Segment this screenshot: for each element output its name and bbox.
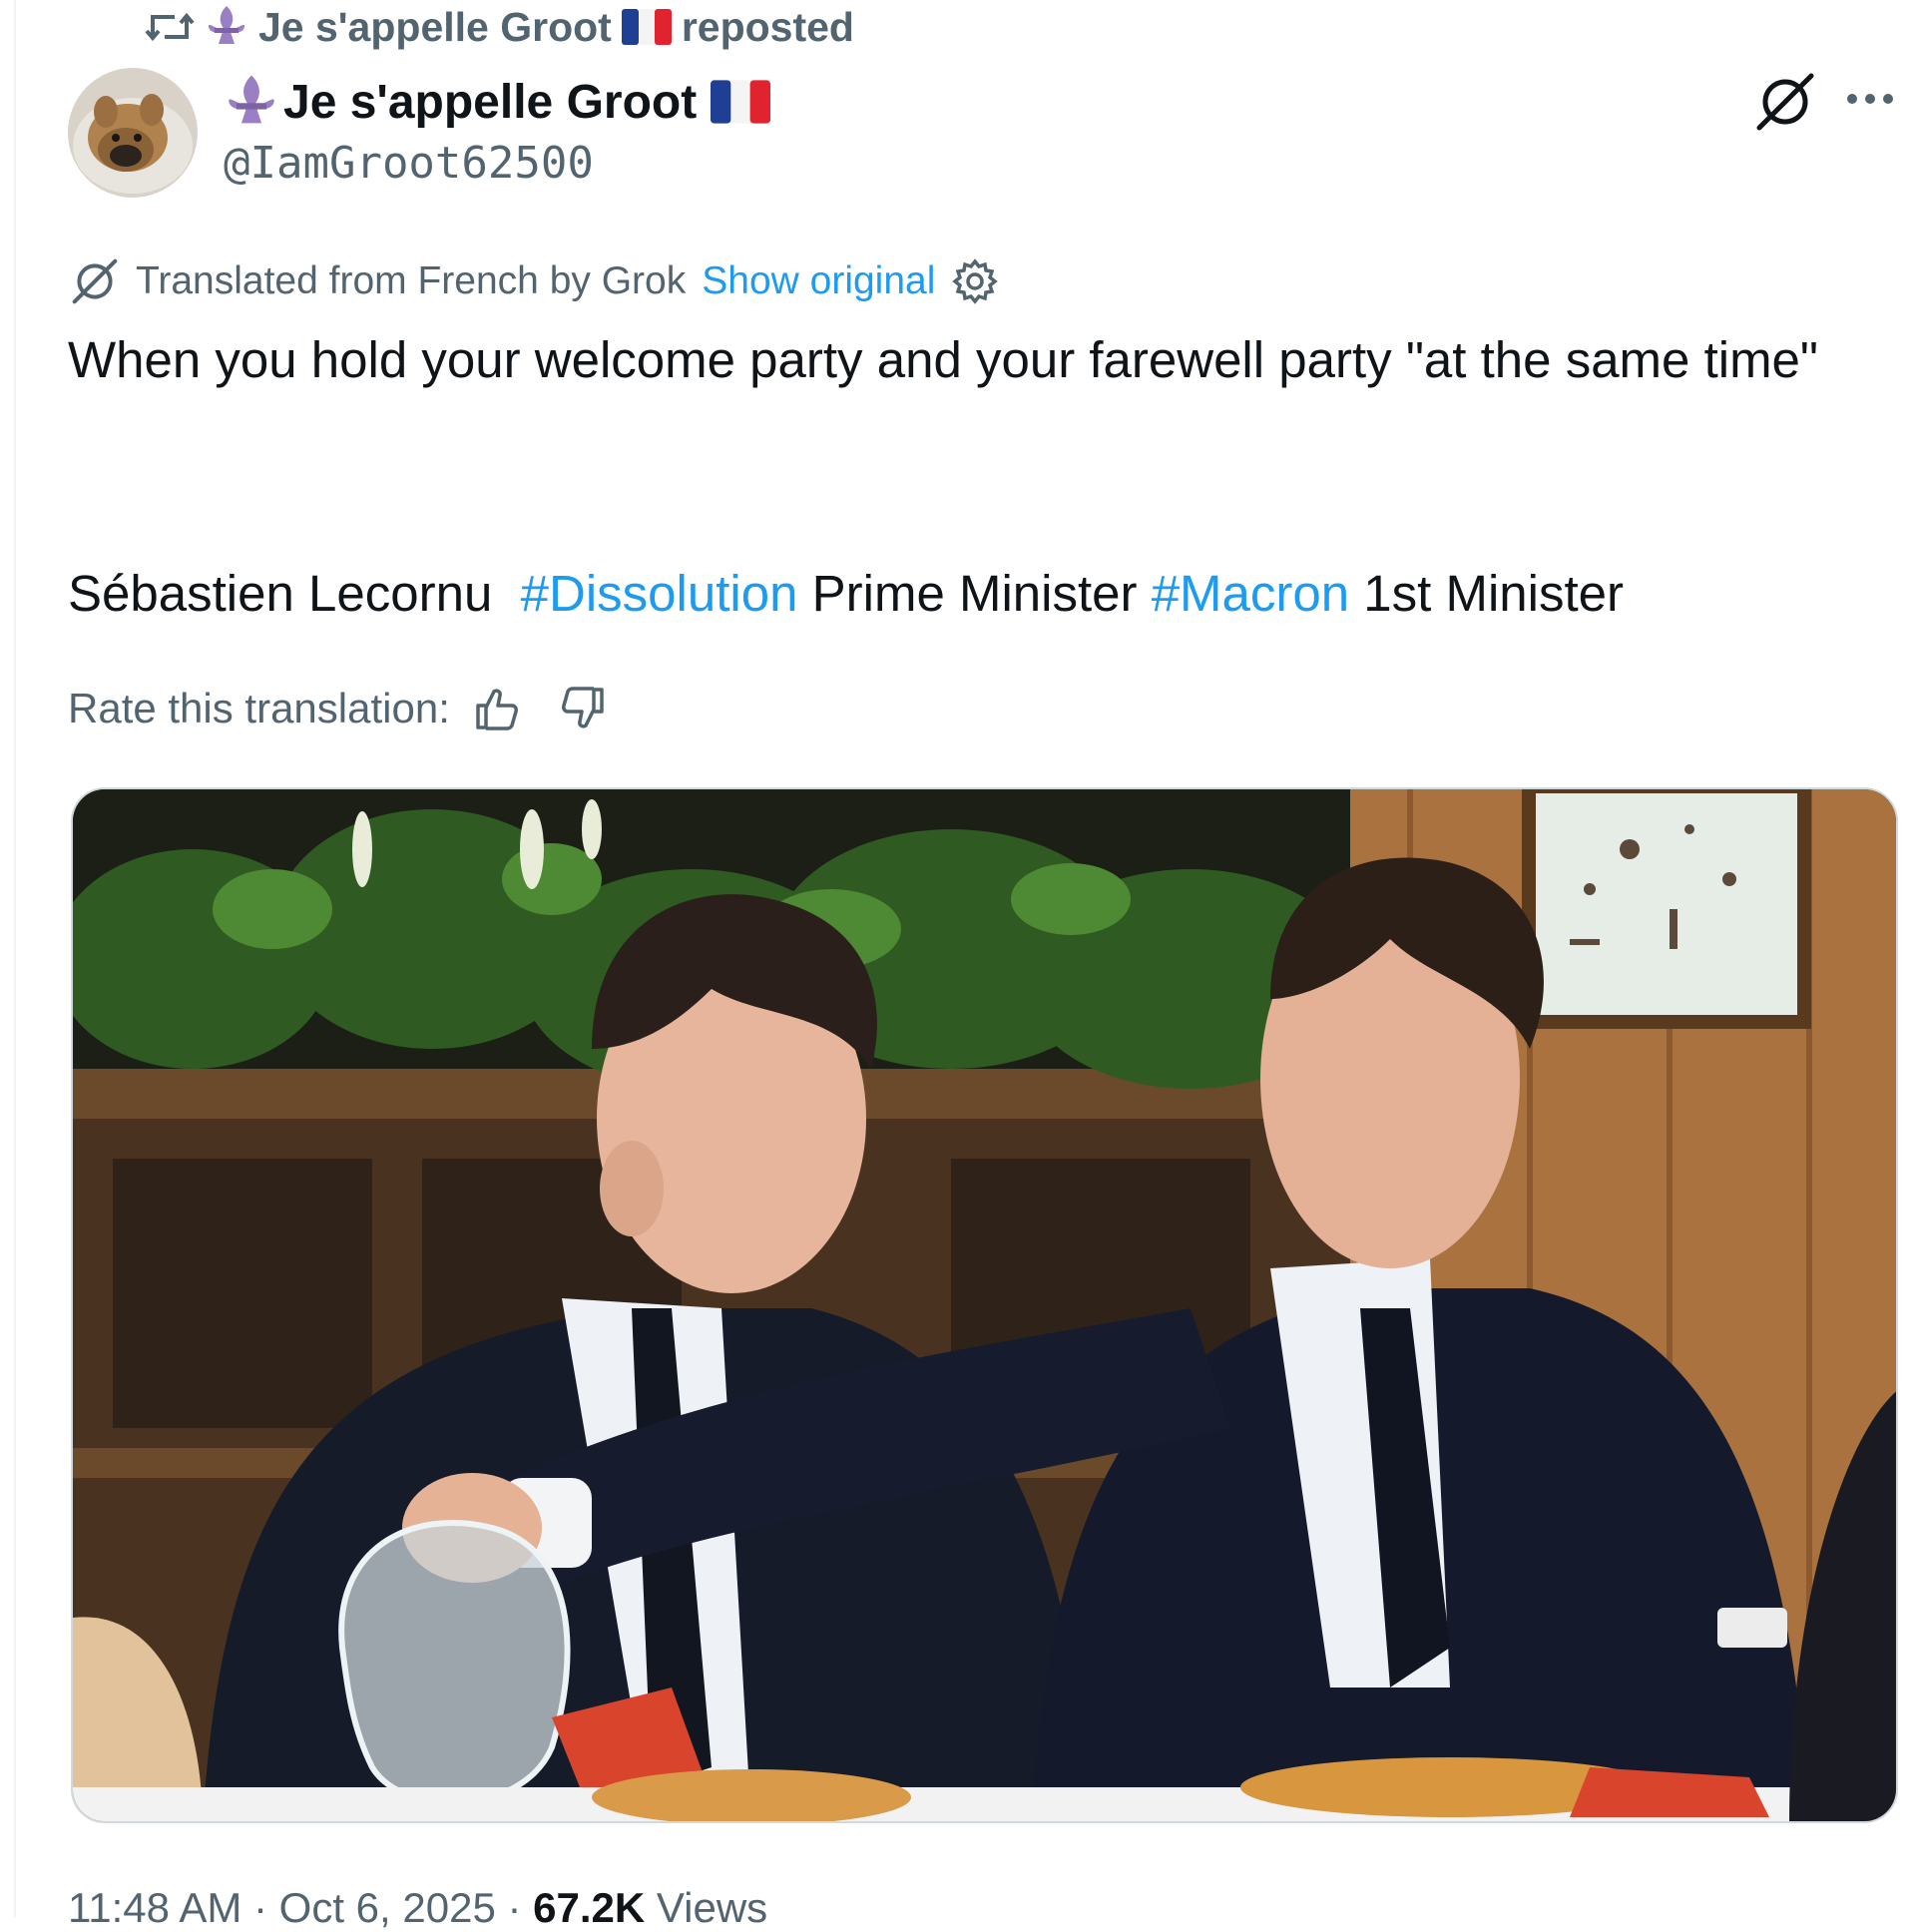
gear-icon[interactable] xyxy=(951,257,999,305)
hashtag-dissolution[interactable]: #Dissolution xyxy=(521,565,798,622)
france-flag-icon xyxy=(711,80,771,124)
grok-icon[interactable] xyxy=(1753,70,1817,134)
france-flag-icon xyxy=(621,9,672,45)
author-name-row[interactable]: Je s'appelle Groot xyxy=(224,70,771,134)
tweet-person-name: Sébastien Lecornu xyxy=(68,565,493,622)
tweet-time[interactable]: 11:48 AM xyxy=(68,1884,241,1931)
grok-icon xyxy=(72,258,118,304)
tweet-date[interactable]: Oct 6, 2025 xyxy=(279,1884,496,1931)
thumbs-up-icon[interactable] xyxy=(472,684,522,733)
repost-icon xyxy=(145,12,195,42)
timeline-border xyxy=(14,0,16,1917)
translation-notice: Translated from French by Grok Show orig… xyxy=(70,253,999,309)
tweet-text-mid: Prime Minister xyxy=(811,565,1138,622)
repost-label: reposted xyxy=(681,3,854,50)
thumbs-down-icon[interactable] xyxy=(558,684,608,733)
repost-context: Je s'appelle Groot reposted xyxy=(145,2,854,52)
fleur-de-lis-icon xyxy=(229,75,274,124)
hashtag-macron[interactable]: #Macron xyxy=(1152,565,1349,622)
fleur-de-lis-icon xyxy=(209,6,244,44)
show-original-link[interactable]: Show original xyxy=(702,259,935,303)
more-icon[interactable] xyxy=(1842,78,1898,120)
tweet-photo[interactable] xyxy=(71,787,1898,1823)
author-display-name[interactable]: Je s'appelle Groot xyxy=(283,75,697,130)
tweet-meta: 11:48 AM · Oct 6, 2025 · 67.2K Views xyxy=(68,1884,768,1931)
author-handle[interactable]: @IamGroot62500 xyxy=(224,138,594,189)
rate-translation-label: Rate this translation: xyxy=(68,685,450,731)
avatar[interactable] xyxy=(68,68,198,198)
views-count: 67.2K xyxy=(533,1884,646,1931)
tweet-text: When you hold your welcome party and you… xyxy=(68,331,1819,388)
translation-notice-text: Translated from French by Grok xyxy=(136,259,687,302)
views-label: Views xyxy=(656,1884,768,1931)
rate-translation: Rate this translation: xyxy=(68,679,608,738)
repost-user-name[interactable]: Je s'appelle Groot xyxy=(258,4,612,51)
tweet-text-end: 1st Minister xyxy=(1363,565,1625,622)
tweet-text-line2: Sébastien Lecornu #Dissolution Prime Min… xyxy=(68,555,1624,633)
